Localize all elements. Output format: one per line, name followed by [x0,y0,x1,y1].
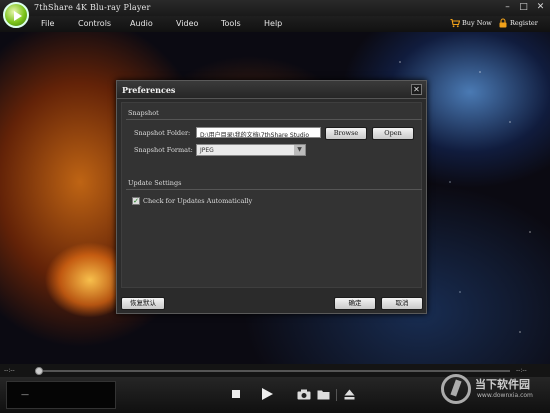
app-title: 7thShare 4K Blu-ray Player [34,3,151,12]
menu-file[interactable]: File [41,19,54,28]
snapshot-format-value: JPEG [200,147,214,154]
camera-icon[interactable] [297,389,311,402]
preferences-dialog: Preferences ✕ Snapshot Snapshot Folder: … [116,80,427,314]
reset-defaults-button[interactable]: 恢复默认 [121,297,165,310]
menu-bar: File Controls Audio Video Tools Help Buy… [0,16,550,32]
menu-video[interactable]: Video [176,19,198,28]
menu-tools[interactable]: Tools [221,19,241,28]
ok-button[interactable]: 确定 [334,297,376,310]
snapshot-format-select[interactable]: JPEG ▼ [196,144,306,156]
snapshot-folder-input[interactable]: D:\用户目录\我的文档\7thShare Studio [196,127,321,138]
dialog-title-bar: Preferences ✕ [117,81,426,99]
title-bar: 7thShare 4K Blu-ray Player – □ ✕ [0,0,550,16]
buy-now-link[interactable]: Buy Now [462,19,492,27]
status-display: — [6,381,116,409]
divider [336,389,337,401]
update-divider [126,189,422,190]
cart-icon[interactable] [450,18,460,28]
menu-help[interactable]: Help [264,19,282,28]
stop-icon[interactable] [231,389,241,401]
play-icon[interactable] [260,387,274,403]
update-section-title: Update Settings [128,179,182,187]
watermark-logo-icon [441,374,471,404]
dialog-body: Snapshot Snapshot Folder: D:\用户目录\我的文档\7… [121,102,422,288]
snapshot-folder-label: Snapshot Folder: [134,129,191,137]
cancel-button[interactable]: 取消 [381,297,423,310]
app-logo-icon [3,2,29,28]
eject-icon[interactable] [344,389,355,402]
watermark-text: 当下软件园 [475,378,530,391]
register-link[interactable]: Register [510,19,538,27]
open-button[interactable]: Open [372,127,414,140]
close-icon[interactable]: ✕ [535,2,546,13]
time-elapsed: --:-- [4,367,15,374]
chevron-down-icon[interactable]: ▼ [294,145,305,155]
status-text: — [21,390,29,399]
menu-audio[interactable]: Audio [130,19,153,28]
maximize-icon[interactable]: □ [518,2,529,13]
seek-track[interactable] [40,370,510,372]
dialog-title: Preferences [122,85,176,95]
seek-thumb[interactable] [35,367,43,375]
snapshot-divider [126,119,422,120]
watermark: 当下软件园 www.downxia.com [441,372,547,412]
menu-controls[interactable]: Controls [78,19,111,28]
check-updates-checkbox[interactable]: ✓ [132,197,140,205]
browse-button[interactable]: Browse [325,127,367,140]
lock-icon[interactable] [498,18,508,28]
snapshot-format-label: Snapshot Format: [134,146,193,154]
minimize-icon[interactable]: – [502,2,513,13]
folder-icon[interactable] [317,389,330,402]
check-updates-label[interactable]: Check for Updates Automatically [143,197,252,205]
dialog-close-icon[interactable]: ✕ [411,84,422,95]
snapshot-section-title: Snapshot [128,109,159,117]
watermark-url: www.downxia.com [477,392,533,399]
